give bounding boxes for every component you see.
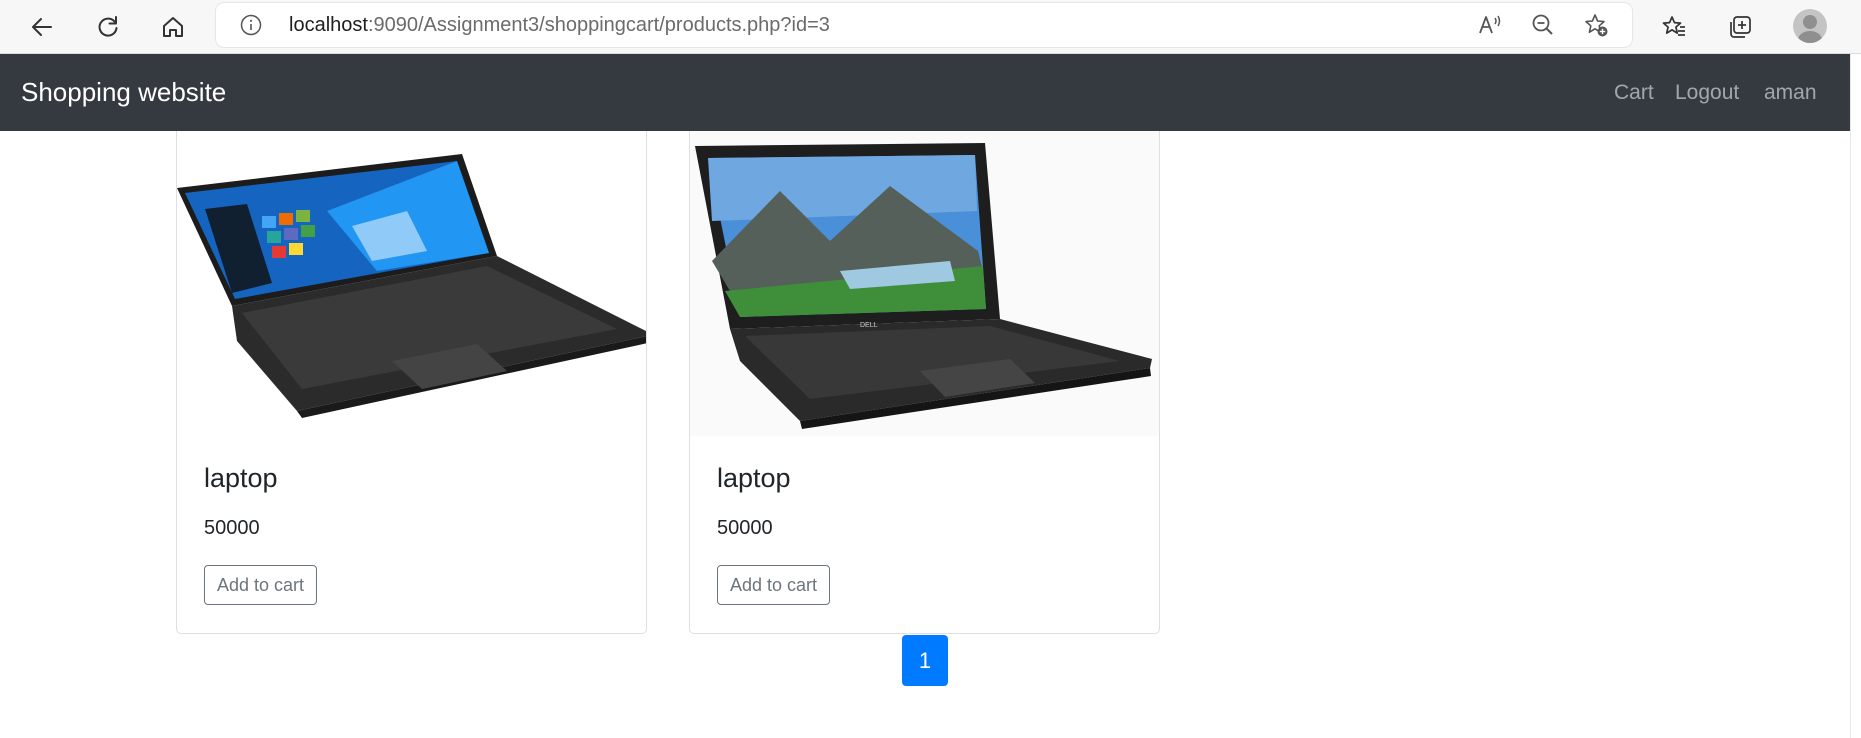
refresh-icon[interactable] <box>88 7 128 47</box>
favorites-icon[interactable] <box>1654 7 1694 47</box>
collections-icon[interactable] <box>1720 7 1760 47</box>
add-favorite-icon[interactable] <box>1583 12 1609 38</box>
read-aloud-icon[interactable] <box>1477 12 1503 38</box>
info-icon[interactable] <box>240 14 262 36</box>
pagination-page-1[interactable]: 1 <box>902 635 948 686</box>
nav-cart-link[interactable]: Cart <box>1614 54 1654 131</box>
product-card: DELL laptop 50000 Add to cart <box>689 131 1160 634</box>
asus-laptop-image <box>177 131 646 436</box>
add-to-cart-button[interactable]: Add to cart <box>717 565 831 605</box>
address-bar[interactable]: localhost:9090/Assignment3/shoppingcart/… <box>216 3 1632 47</box>
zoom-out-icon[interactable] <box>1530 12 1556 38</box>
add-to-cart-button[interactable]: Add to cart <box>204 565 318 605</box>
brand-link[interactable]: Shopping website <box>21 54 226 131</box>
nav-user-link[interactable]: aman <box>1764 54 1817 131</box>
svg-text:DELL: DELL <box>860 322 878 329</box>
url-path: :9090/Assignment3/shoppingcart/products.… <box>367 14 830 36</box>
product-card: laptop 50000 Add to cart <box>176 131 647 634</box>
product-price: 50000 <box>204 517 260 539</box>
browser-toolbar: localhost:9090/Assignment3/shoppingcart/… <box>0 0 1861 54</box>
site-navbar: Shopping website Cart Logout aman <box>0 54 1850 131</box>
back-icon[interactable] <box>22 7 62 47</box>
nav-logout-link[interactable]: Logout <box>1675 54 1739 131</box>
home-icon[interactable] <box>153 7 193 47</box>
product-name: laptop <box>717 463 791 493</box>
url-host: localhost <box>289 14 368 36</box>
product-price: 50000 <box>717 517 773 539</box>
url-text[interactable]: localhost:9090/Assignment3/shoppingcart/… <box>289 3 830 47</box>
profile-avatar[interactable] <box>1793 9 1827 43</box>
product-name: laptop <box>204 463 278 493</box>
scrollbar[interactable] <box>1850 54 1861 738</box>
dell-laptop-image: DELL <box>690 131 1159 436</box>
